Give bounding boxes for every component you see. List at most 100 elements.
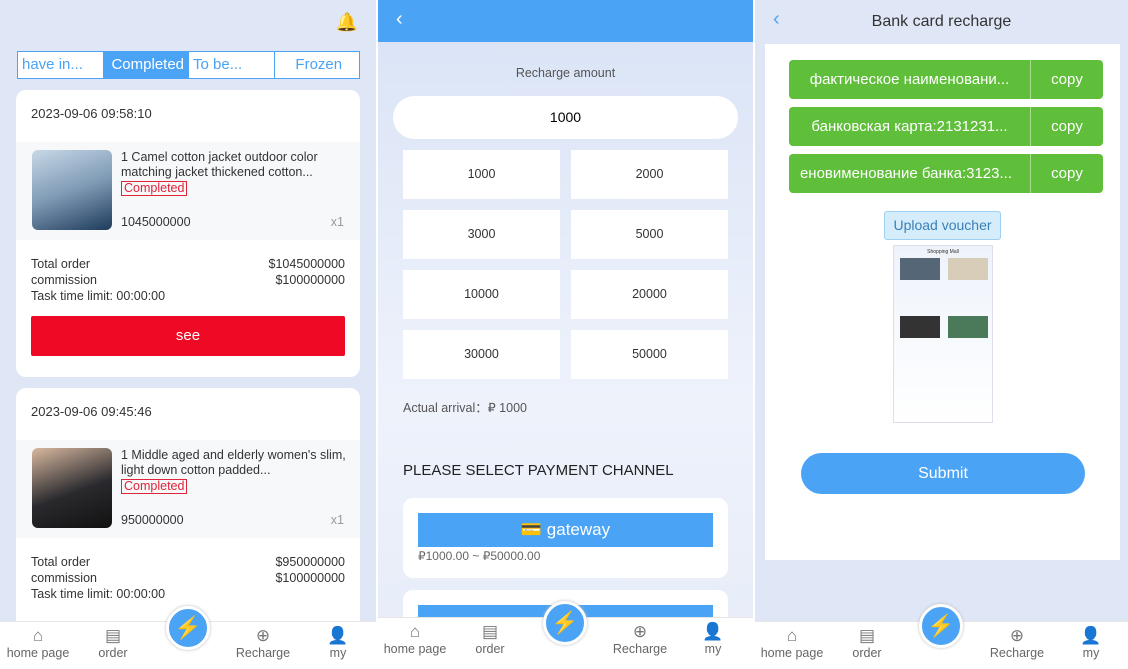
- gateway-label: gateway: [546, 520, 611, 539]
- nav-recharge[interactable]: ⊕ Recharge: [982, 626, 1052, 660]
- voucher-thumb: [948, 258, 988, 280]
- voucher-caption: Shopping Mall: [927, 249, 959, 255]
- commission-label: commission: [31, 273, 97, 287]
- nav-label: order: [852, 646, 882, 660]
- bank-name-row: еновимeнование банка:3123... copy: [789, 154, 1103, 193]
- order-date: 2023-09-06 09:58:10: [31, 106, 152, 121]
- order-icon: ▤: [858, 626, 876, 645]
- channel-range: ₽1000.00 ~ ₽50000.00: [418, 549, 541, 563]
- voucher-image[interactable]: Shopping Mall: [893, 245, 993, 423]
- nav-home[interactable]: ⌂ home page: [380, 622, 450, 656]
- total-value: $950000000: [275, 555, 345, 569]
- amount-option[interactable]: 50000: [571, 330, 728, 379]
- nav-label: my: [329, 646, 347, 660]
- amount-input[interactable]: 1000: [393, 96, 738, 139]
- nav-label: home page: [760, 646, 824, 660]
- amount-option[interactable]: 3000: [403, 210, 560, 259]
- home-icon: ⌂: [32, 626, 44, 645]
- tab-to-be[interactable]: To be...: [189, 52, 275, 78]
- nav-order[interactable]: ▤ order: [832, 626, 902, 660]
- bank-recharge-panel: ‹ Bank card recharge фактическое наимено…: [755, 0, 1128, 669]
- product-image: [32, 448, 112, 528]
- amount-option[interactable]: 1000: [403, 150, 560, 199]
- recharge-panel: ‹ Recharge amount 1000 1000 2000 3000 50…: [378, 0, 753, 669]
- bolt-icon[interactable]: ⚡: [543, 601, 587, 645]
- product-name: 1 Camel cotton jacket outdoor color matc…: [121, 150, 318, 179]
- voucher-thumb: [900, 316, 940, 338]
- nav-label: my: [1082, 646, 1100, 660]
- bolt-icon[interactable]: ⚡: [166, 606, 210, 650]
- total-label: Total order: [31, 555, 91, 569]
- copy-button[interactable]: copy: [1030, 154, 1103, 193]
- status-badge: Completed: [121, 479, 188, 494]
- plus-circle-icon: ⊕: [632, 622, 648, 641]
- plus-circle-icon: ⊕: [255, 626, 271, 645]
- account-name-row: фактическое наименовани... copy: [789, 60, 1103, 99]
- amount-option[interactable]: 2000: [571, 150, 728, 199]
- nav-my[interactable]: 👤 my: [1056, 626, 1126, 660]
- time-limit: Task time limit: 00:00:00: [31, 289, 166, 303]
- order-card: 2023-09-06 09:58:10 1 Camel cotton jacke…: [16, 90, 360, 377]
- tab-completed[interactable]: Completed: [103, 52, 189, 78]
- nav-label: Recharge: [235, 646, 291, 660]
- nav-my[interactable]: 👤 my: [303, 626, 373, 660]
- time-limit: Task time limit: 00:00:00: [31, 587, 166, 601]
- bank-card-row: банковская карта:2131231... copy: [789, 107, 1103, 146]
- product-qty: x1: [330, 513, 344, 527]
- copy-button[interactable]: copy: [1030, 107, 1103, 146]
- gateway-button[interactable]: 💳 gateway: [418, 513, 713, 547]
- account-name: фактическое наименовани...: [809, 71, 1010, 88]
- copy-button[interactable]: copy: [1030, 60, 1103, 99]
- commission-label: commission: [31, 571, 97, 585]
- nav-recharge[interactable]: ⊕ Recharge: [605, 622, 675, 656]
- plus-circle-icon: ⊕: [1009, 626, 1025, 645]
- status-badge: Completed: [121, 181, 188, 196]
- page-title: Bank card recharge: [871, 13, 1012, 30]
- voucher-thumb: [900, 258, 940, 280]
- nav-order[interactable]: ▤ order: [78, 626, 148, 660]
- channel-card[interactable]: 💳 gateway ₽1000.00 ~ ₽50000.00: [403, 498, 728, 578]
- tab-frozen[interactable]: Frozen: [275, 52, 360, 78]
- user-icon: 👤: [702, 622, 724, 641]
- product-price: 950000000: [121, 513, 184, 527]
- see-button[interactable]: see: [31, 316, 345, 356]
- nav-label: order: [98, 646, 128, 660]
- nav-order[interactable]: ▤ order: [455, 622, 525, 656]
- upload-voucher-button[interactable]: Upload voucher: [884, 211, 1001, 240]
- product-price: 1045000000: [121, 215, 191, 229]
- home-icon: ⌂: [786, 626, 798, 645]
- commission-value: $100000000: [275, 273, 345, 287]
- amount-option[interactable]: 5000: [571, 210, 728, 259]
- nav-recharge[interactable]: ⊕ Recharge: [228, 626, 298, 660]
- nav-label: my: [704, 642, 722, 656]
- commission-value: $100000000: [275, 571, 345, 585]
- nav-my[interactable]: 👤 my: [678, 622, 748, 656]
- nav-label: Recharge: [612, 642, 668, 656]
- bottom-nav: ⌂ home page ▤ order ⚡ ⊕ Recharge 👤 my: [755, 604, 1128, 669]
- nav-label: home page: [6, 646, 70, 660]
- amount-option[interactable]: 20000: [571, 270, 728, 319]
- back-icon[interactable]: ‹: [396, 8, 403, 31]
- submit-button[interactable]: Submit: [801, 453, 1085, 494]
- bank-card-number: банковская карта:2131231...: [811, 118, 1008, 135]
- card-icon: 💳: [520, 520, 543, 539]
- amount-option[interactable]: 10000: [403, 270, 560, 319]
- tab-in-progress[interactable]: have in...: [18, 52, 104, 78]
- bottom-nav: ⌂ home page ▤ order ⚡ ⊕ Recharge 👤 my: [0, 606, 376, 669]
- product-image: [32, 150, 112, 230]
- bell-icon[interactable]: 🔔: [336, 12, 358, 33]
- product-row[interactable]: 1 Camel cotton jacket outdoor color matc…: [16, 142, 360, 240]
- nav-home[interactable]: ⌂ home page: [3, 626, 73, 660]
- user-icon: 👤: [1080, 626, 1102, 645]
- nav-home[interactable]: ⌂ home page: [757, 626, 827, 660]
- nav-label: order: [475, 642, 505, 656]
- amount-option[interactable]: 30000: [403, 330, 560, 379]
- bottom-nav: ⌂ home page ▤ order ⚡ ⊕ Recharge 👤 my: [378, 601, 753, 669]
- bank-card-body: фактическое наименовани... copy банковска…: [765, 44, 1120, 560]
- bolt-icon[interactable]: ⚡: [919, 604, 963, 648]
- product-row[interactable]: 1 Middle aged and elderly women's slim, …: [16, 440, 360, 538]
- order-tabs: have in... Completed To be... Frozen: [17, 51, 360, 79]
- nav-label: Recharge: [989, 646, 1045, 660]
- actual-arrival: Actual arrival：₽ 1000: [403, 401, 527, 415]
- voucher-thumb: [948, 316, 988, 338]
